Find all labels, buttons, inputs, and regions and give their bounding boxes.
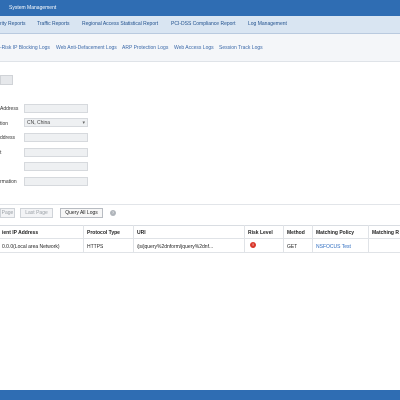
header-method[interactable]: Method	[287, 230, 305, 236]
header-uri[interactable]: URI	[137, 230, 146, 236]
tab-arp-protection-logs[interactable]: ARP Protection Logs	[122, 45, 168, 51]
query-all-logs-button[interactable]: Query All Logs	[60, 208, 103, 218]
header-matching-policy[interactable]: Matching Policy	[316, 230, 354, 236]
cell-client-ip: 0.0.0(Local area Network)	[2, 244, 60, 250]
menu-item-regional-access-report[interactable]: Regional Access Statistical Report	[82, 21, 158, 27]
table-row[interactable]: 0.0.0(Local area Network) HTTPS /js/jque…	[0, 240, 400, 253]
information-input[interactable]	[24, 177, 88, 186]
client-ip-label: Address	[0, 106, 19, 112]
header-protocol-type[interactable]: Protocol Type	[87, 230, 120, 236]
last-page-button[interactable]: Last Page	[20, 208, 53, 218]
information-label: rmation	[0, 179, 17, 185]
column-separator	[368, 225, 369, 253]
column-separator	[283, 225, 284, 253]
help-icon[interactable]: ?	[110, 210, 116, 216]
tab-session-track-logs[interactable]: Session Track Logs	[219, 45, 263, 51]
location-select-value: CN, China	[27, 120, 51, 126]
menu-item-pci-dss-report[interactable]: PCI-DSS Compliance Report	[171, 21, 235, 27]
menu-item-log-management[interactable]: Log Management	[248, 21, 287, 27]
high-risk-icon: !	[250, 242, 256, 248]
system-management-title[interactable]: System Management	[9, 5, 56, 11]
collapse-button[interactable]	[0, 75, 13, 85]
client-ip-input[interactable]	[24, 104, 88, 113]
log-submenu: -Risk IP Blocking Logs Web Anti-Defaceme…	[0, 34, 400, 62]
column-separator	[244, 225, 245, 253]
previous-page-button[interactable]: Page	[0, 208, 15, 218]
cell-protocol: HTTPS	[87, 244, 104, 250]
header-client-ip[interactable]: ient IP Address	[2, 230, 38, 236]
cell-method: GET	[287, 244, 298, 250]
section-divider	[0, 204, 400, 205]
log-table: ient IP Address Protocol Type URI Risk L…	[0, 225, 400, 253]
column-separator	[83, 225, 84, 253]
extra-filter-input[interactable]	[24, 162, 88, 171]
tab-web-access-logs[interactable]: Web Access Logs	[174, 45, 214, 51]
port-input[interactable]	[24, 148, 88, 157]
footer-bar	[0, 390, 400, 400]
table-header-row: ient IP Address Protocol Type URI Risk L…	[0, 226, 400, 239]
column-separator	[312, 225, 313, 253]
cell-uri: /js/jquery%2dnform/jquery%2dnf...	[137, 244, 214, 250]
menu-item-security-reports[interactable]: rity Reports	[0, 21, 26, 27]
server-ip-input[interactable]	[24, 133, 88, 142]
cell-matching-policy-link[interactable]: NSFOCUS Test	[316, 244, 351, 250]
tab-high-risk-ip-blocking-logs[interactable]: -Risk IP Blocking Logs	[0, 45, 50, 51]
port-label: t	[0, 150, 2, 156]
tab-web-anti-defacement-logs[interactable]: Web Anti-Defacement Logs	[56, 45, 117, 51]
location-label: tion	[0, 121, 9, 127]
top-header-bar: System Management	[0, 0, 400, 16]
chevron-down-icon: ▾	[82, 120, 85, 126]
column-separator	[133, 225, 134, 253]
main-menu-bar: rity Reports Traffic Reports Regional Ac…	[0, 16, 400, 34]
header-matching-rule[interactable]: Matching R	[372, 230, 400, 236]
server-ip-label: ddress	[0, 135, 16, 141]
menu-item-traffic-reports[interactable]: Traffic Reports	[37, 21, 70, 27]
location-select[interactable]: CN, China ▾	[24, 118, 88, 127]
header-risk-level[interactable]: Risk Level	[248, 230, 273, 236]
